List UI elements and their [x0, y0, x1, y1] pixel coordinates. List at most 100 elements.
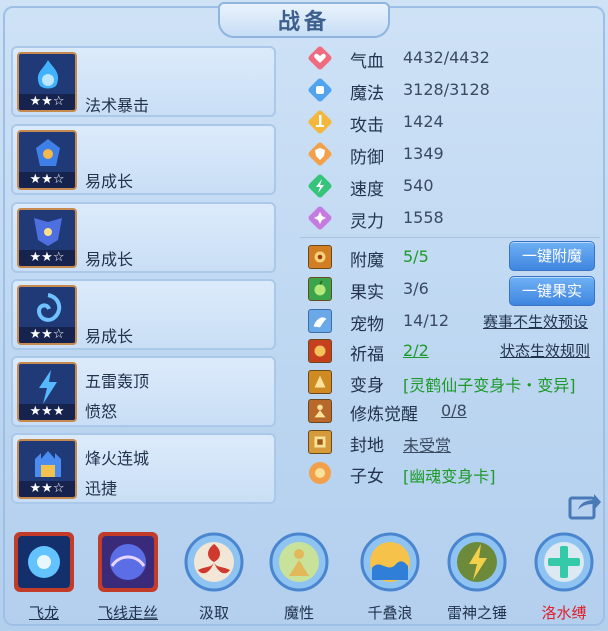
- skill-card[interactable]: ★★☆ 易成长: [11, 202, 276, 273]
- skill-icon: ★★☆: [17, 439, 77, 499]
- cultivation-icon: [308, 399, 332, 423]
- extra-value[interactable]: 0/8: [441, 401, 467, 420]
- add-icon: [534, 532, 594, 592]
- extra-value[interactable]: 2/2: [403, 341, 429, 360]
- pet-preset-link[interactable]: 赛事不生效预设: [483, 311, 588, 332]
- flame-icon: [37, 60, 59, 89]
- extra-label: 封地: [350, 436, 384, 456]
- star-rating: ★★★: [19, 404, 75, 420]
- extra-label: 宠物: [350, 315, 384, 335]
- stat-value: 540: [403, 176, 434, 195]
- silk-thread-icon: [98, 532, 158, 592]
- bottom-skill-leishen[interactable]: 雷神之锤: [437, 530, 517, 628]
- extra-value[interactable]: 未受赏: [403, 432, 451, 456]
- wings-icon: [34, 218, 62, 246]
- title-banner: 战备: [218, 2, 390, 38]
- skill-card[interactable]: ★★☆ 易成长: [11, 124, 276, 195]
- one-click-enchant-button[interactable]: 一键附魔: [509, 241, 595, 271]
- skill-name: 易成长: [85, 327, 134, 346]
- thunder-icon: [39, 370, 57, 404]
- demon-figure-icon: [269, 532, 329, 592]
- stat-label: 灵力: [350, 212, 384, 232]
- star-rating: ★★☆: [19, 250, 75, 266]
- star-rating: ★★☆: [19, 481, 75, 497]
- stat-label: 魔法: [350, 84, 384, 104]
- skill-icon: ★★☆: [17, 285, 77, 345]
- divider: [300, 237, 600, 238]
- extra-value: 3/6: [403, 279, 429, 298]
- stat-label: 气血: [350, 52, 384, 72]
- skill-card[interactable]: ★★☆ 法术暴击: [11, 46, 276, 117]
- fruit-icon: [308, 277, 332, 301]
- blessing-icon: [308, 339, 332, 363]
- skill-card[interactable]: ★★☆ 烽火连城 迅捷: [11, 433, 276, 504]
- extra-label: 子女: [350, 467, 384, 487]
- skill-name: 五雷轰顶: [85, 372, 150, 391]
- bottom-skill-label: 洛水缚: [541, 604, 587, 622]
- bottom-skill-feixian[interactable]: 飞线走丝: [88, 530, 168, 628]
- skill-icon: ★★☆: [17, 130, 77, 190]
- bottom-skill-feilong[interactable]: 飞龙: [4, 530, 84, 628]
- bottom-skill-label: 飞龙: [28, 604, 59, 622]
- skill-name: 易成长: [85, 172, 134, 191]
- page-title: 战备: [277, 10, 330, 35]
- enchant-icon: [308, 245, 332, 269]
- spirit-icon: [308, 206, 332, 230]
- bottom-skill-qiandielang[interactable]: 千叠浪: [350, 530, 430, 628]
- heart-icon: [308, 46, 332, 70]
- star-rating: ★★☆: [19, 327, 75, 343]
- dragon-orb-icon: [14, 532, 74, 592]
- bottom-skill-moxing[interactable]: 魔性: [259, 530, 339, 628]
- bottom-skill-label: 汲取: [198, 604, 229, 622]
- extra-label: 祈福: [350, 345, 384, 365]
- skill-icon: ★★★: [17, 362, 77, 422]
- extra-value[interactable]: [幽魂变身卡]: [403, 463, 496, 487]
- skill-card[interactable]: ★★☆ 易成长: [11, 279, 276, 350]
- stat-label: 攻击: [350, 116, 384, 136]
- crest-icon: [36, 139, 60, 166]
- stat-value: 1558: [403, 208, 444, 227]
- stat-value: 1424: [403, 112, 444, 131]
- sword-icon: [308, 110, 332, 134]
- mana-icon: [308, 78, 332, 102]
- swirl-icon: [36, 293, 62, 322]
- bottom-skill-label: 魔性: [283, 604, 314, 622]
- hammer-icon: [447, 532, 507, 592]
- stat-value: 3128/3128: [403, 80, 490, 99]
- extra-value: 14/12: [403, 311, 450, 330]
- extra-label: 附魔: [350, 251, 384, 271]
- speed-icon: [308, 174, 332, 198]
- extra-label: 果实: [350, 283, 384, 303]
- skill-icon: ★★☆: [17, 52, 77, 112]
- skill-subname: 迅捷: [85, 479, 118, 498]
- pet-icon: [308, 309, 332, 333]
- stat-label: 速度: [350, 180, 384, 200]
- skill-subname: 愤怒: [85, 402, 118, 421]
- vortex-icon: [184, 532, 244, 592]
- wave-icon: [360, 532, 420, 592]
- bottom-skill-label: 飞线走丝: [97, 604, 158, 622]
- stat-value: 1349: [403, 144, 444, 163]
- skill-icon: ★★☆: [17, 208, 77, 268]
- bottom-skill-jiqu[interactable]: 汲取: [174, 530, 254, 628]
- bottom-skill-luoshuifu[interactable]: 洛水缚: [524, 530, 604, 628]
- star-rating: ★★☆: [19, 172, 75, 188]
- bottom-skill-label: 千叠浪: [367, 604, 413, 622]
- extra-label: 变身: [350, 376, 384, 396]
- stat-label: 防御: [350, 148, 384, 168]
- status-rule-link[interactable]: 状态生效规则: [500, 340, 590, 361]
- child-icon: [309, 462, 331, 484]
- skill-name: 易成长: [85, 250, 134, 269]
- share-icon[interactable]: [568, 490, 602, 520]
- skill-name: 烽火连城: [85, 449, 150, 468]
- extra-value[interactable]: [灵鹤仙子变身卡・变异]: [403, 372, 576, 396]
- extra-value: 5/5: [403, 247, 429, 266]
- bottom-skill-label: 雷神之锤: [446, 604, 507, 622]
- skill-name: 法术暴击: [85, 96, 150, 115]
- star-rating: ★★☆: [19, 94, 75, 110]
- one-click-fruit-button[interactable]: 一键果实: [509, 276, 595, 306]
- stat-value: 4432/4432: [403, 48, 490, 67]
- transform-icon: [308, 370, 332, 394]
- fief-icon: [308, 430, 332, 454]
- skill-card[interactable]: ★★★ 五雷轰顶 愤怒: [11, 356, 276, 427]
